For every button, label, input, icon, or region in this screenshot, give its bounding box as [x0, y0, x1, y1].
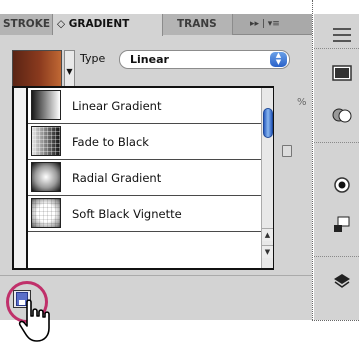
transparency-circles-icon[interactable] — [332, 106, 352, 124]
dotted-separator — [312, 0, 313, 320]
scroll-thumb[interactable] — [263, 108, 273, 138]
scroll-up-icon[interactable]: ▲ — [262, 228, 273, 241]
tab-gradient-label: GRADIENT — [68, 18, 130, 30]
gradient-presets-list: Linear Gradient Fade to Black Radial Gra… — [26, 88, 263, 268]
background-percent-label: % — [297, 97, 307, 108]
preset-item[interactable]: Soft Black Vignette — [28, 196, 263, 232]
panel-collapse-and-menu-icon[interactable]: ▸▸ | ▾≡ — [250, 19, 280, 29]
scroll-down-icon[interactable]: ▼ — [262, 245, 273, 258]
tab-stroke-label: STROKE — [3, 18, 51, 30]
gradient-rectangle-icon[interactable] — [332, 64, 352, 82]
panel-menu-controls[interactable]: ▸▸ | ▾≡ — [250, 14, 280, 35]
trash-icon[interactable] — [282, 145, 292, 157]
preset-item-label: Fade to Black — [72, 135, 149, 149]
right-toolbar — [314, 14, 359, 320]
preset-item-label: Linear Gradient — [72, 99, 162, 113]
toolbar-separator — [314, 142, 359, 143]
linear-gradient-swatch-icon — [31, 90, 61, 120]
preset-item[interactable]: Radial Gradient — [28, 160, 263, 196]
type-select-value: Linear — [130, 53, 169, 66]
layers-icon[interactable] — [332, 272, 352, 290]
dotted-bottom-border — [312, 320, 359, 321]
stage: STROKE ◇ GRADIENT TRANS ▸▸ | ▾≡ ▼ Type L… — [0, 0, 359, 345]
radial-gradient-swatch-icon — [31, 162, 61, 192]
gradient-presets-popup: Linear Gradient Fade to Black Radial Gra… — [12, 86, 274, 270]
tab-stroke[interactable]: STROKE — [0, 14, 53, 35]
fade-to-black-swatch-icon — [31, 126, 61, 156]
menu-lines-icon[interactable] — [332, 26, 352, 44]
hand-pointer-icon — [18, 299, 50, 342]
soft-black-vignette-swatch-icon — [31, 198, 61, 228]
preset-item[interactable]: Fade to Black — [28, 124, 263, 160]
toolbar-separator — [314, 256, 359, 257]
tab-gradient[interactable]: ◇ GRADIENT — [53, 14, 163, 36]
type-select[interactable]: Linear ▲ ▼ — [119, 50, 290, 69]
type-select-stepper-icon[interactable]: ▲ ▼ — [270, 52, 287, 67]
align-shapes-icon[interactable] — [332, 216, 352, 234]
preset-item-label: Radial Gradient — [72, 171, 162, 185]
tab-transparency[interactable]: TRANS — [163, 14, 233, 35]
preset-item-label: Soft Black Vignette — [72, 207, 182, 221]
radio-target-icon[interactable] — [332, 176, 352, 194]
type-label: Type — [80, 52, 106, 65]
tab-gradient-arrow-icon: ◇ — [57, 18, 66, 30]
tab-transparency-label: TRANS — [177, 18, 217, 30]
preset-item[interactable]: Linear Gradient — [28, 88, 263, 124]
toolbar-separator — [314, 48, 359, 49]
vertical-scrollbar[interactable]: ▲ ▼ — [261, 88, 273, 268]
